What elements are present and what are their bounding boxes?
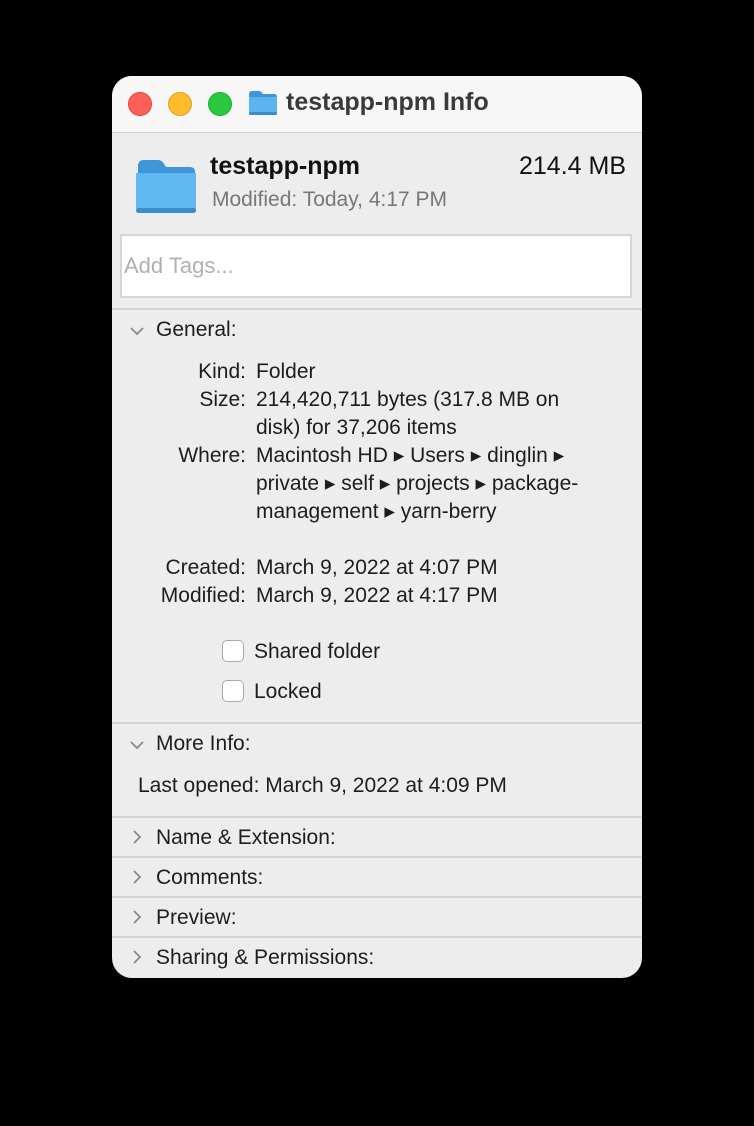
tags-input[interactable] bbox=[120, 234, 632, 298]
divider bbox=[112, 936, 642, 938]
chevron-right-icon[interactable] bbox=[128, 908, 146, 926]
size-value: 214,420,711 bytes (317.8 MB on disk) for… bbox=[256, 388, 560, 439]
chevron-down-icon[interactable] bbox=[128, 322, 146, 340]
title-bar[interactable]: testapp-npm Info bbox=[112, 76, 642, 133]
divider bbox=[112, 722, 642, 724]
item-name: testapp-npm bbox=[210, 152, 360, 180]
modified-date-value: March 9, 2022 at 4:17 PM bbox=[256, 584, 498, 607]
where-value: Macintosh HD ▸ Users ▸ dinglin ▸ private… bbox=[256, 444, 579, 523]
item-size: 214.4 MB bbox=[518, 152, 626, 180]
last-opened-row: Last opened: March 9, 2022 at 4:09 PM bbox=[138, 774, 507, 798]
kind-label: Kind: bbox=[198, 360, 246, 383]
chevron-down-icon[interactable] bbox=[128, 736, 146, 754]
size-label: Size: bbox=[199, 388, 246, 411]
last-opened-value: March 9, 2022 at 4:09 PM bbox=[265, 774, 507, 797]
section-preview[interactable]: Preview: bbox=[156, 906, 237, 930]
section-sharing-permissions[interactable]: Sharing & Permissions: bbox=[156, 946, 374, 970]
last-opened-label: Last opened: bbox=[138, 774, 260, 797]
shared-folder-label[interactable]: Shared folder bbox=[254, 640, 380, 664]
modified-date-label: Modified: bbox=[160, 584, 246, 607]
section-more-info[interactable]: More Info: bbox=[156, 732, 251, 756]
locked-label[interactable]: Locked bbox=[254, 680, 322, 704]
folder-icon bbox=[136, 160, 196, 213]
chevron-right-icon[interactable] bbox=[128, 868, 146, 886]
divider bbox=[112, 896, 642, 898]
section-name-extension[interactable]: Name & Extension: bbox=[156, 826, 336, 850]
zoom-button[interactable] bbox=[208, 92, 232, 116]
locked-checkbox[interactable] bbox=[222, 680, 244, 702]
where-label: Where: bbox=[178, 444, 246, 467]
minimize-button[interactable] bbox=[168, 92, 192, 116]
close-button[interactable] bbox=[128, 92, 152, 116]
divider bbox=[112, 308, 642, 310]
divider bbox=[112, 816, 642, 818]
item-modified: Modified: Today, 4:17 PM bbox=[212, 188, 447, 212]
kind-value: Folder bbox=[256, 360, 316, 383]
modified-label: Modified: bbox=[212, 188, 298, 211]
chevron-right-icon[interactable] bbox=[128, 948, 146, 966]
created-label: Created: bbox=[165, 556, 246, 579]
info-window: testapp-npm Info testapp-npm 214.4 MB Mo… bbox=[112, 76, 642, 978]
chevron-right-icon[interactable] bbox=[128, 828, 146, 846]
shared-folder-checkbox[interactable] bbox=[222, 640, 244, 662]
created-value: March 9, 2022 at 4:07 PM bbox=[256, 556, 498, 579]
modified-value: Today, 4:17 PM bbox=[302, 188, 448, 211]
divider bbox=[112, 856, 642, 858]
section-general[interactable]: General: bbox=[156, 318, 237, 342]
window-title: testapp-npm Info bbox=[286, 88, 489, 116]
folder-icon bbox=[249, 91, 277, 115]
section-comments[interactable]: Comments: bbox=[156, 866, 263, 890]
